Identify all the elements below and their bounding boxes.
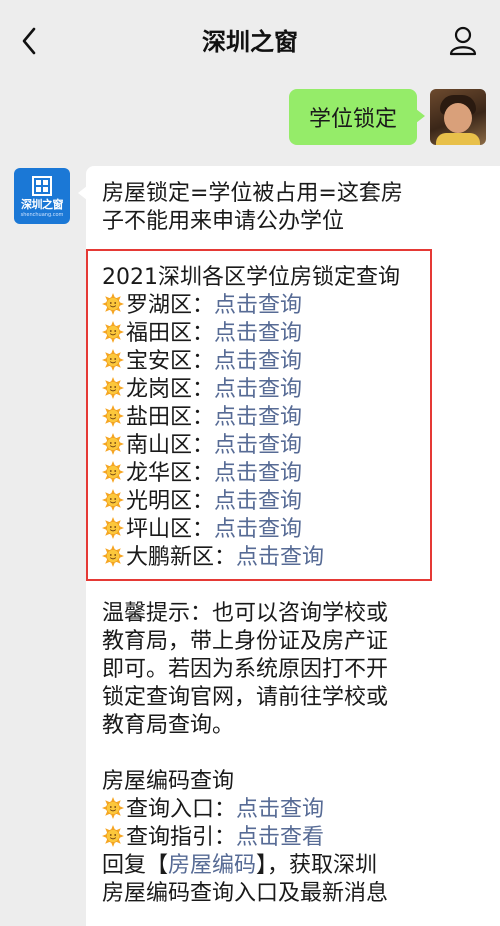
outgoing-message-text: 学位锁定 — [308, 107, 397, 132]
district-row: 盐田区：点击查询 — [102, 404, 302, 432]
district-row: 龙岗区：点击查询 — [102, 376, 302, 404]
district-query-link[interactable]: 点击查询 — [214, 321, 302, 346]
district-query-link[interactable]: 点击查询 — [214, 433, 302, 458]
outgoing-message-bubble[interactable]: 学位锁定 — [289, 89, 425, 145]
sun-emoji-icon — [102, 321, 124, 343]
intro-line: 房屋锁定=学位被占用=这套房 — [102, 181, 403, 206]
district-query-link[interactable]: 点击查询 — [214, 489, 302, 514]
incoming-message-bubble: 房屋锁定=学位被占用=这套房 子不能用来申请公办学位 2021深圳各区学位房锁定… — [78, 166, 500, 926]
page-title: 深圳之窗 — [202, 28, 298, 56]
district-query-link[interactable]: 点击查询 — [214, 293, 302, 318]
district-name: 龙华区： — [126, 461, 215, 486]
district-name: 罗湖区： — [126, 293, 215, 318]
intro-line: 子不能用来申请公办学位 — [102, 209, 345, 234]
tip-line: 温馨提示：也可以咨询学校或 — [102, 601, 389, 626]
sun-emoji-icon — [102, 489, 124, 511]
district-row: 龙华区：点击查询 — [102, 460, 302, 488]
district-query-link[interactable]: 点击查询 — [214, 461, 302, 486]
district-query-link[interactable]: 点击查询 — [214, 349, 302, 374]
district-row: 宝安区：点击查询 — [102, 348, 302, 376]
district-name: 南山区： — [126, 433, 215, 458]
reply-instruction-line2: 房屋编码查询入口及最新消息 — [102, 881, 389, 906]
sun-emoji-icon — [102, 433, 124, 455]
district-name: 光明区： — [126, 489, 215, 514]
district-row: 罗湖区：点击查询 — [102, 292, 302, 320]
sun-emoji-icon — [102, 797, 124, 819]
house-code-guide-row: 查询指引：点击查看 — [102, 824, 324, 852]
avatar-logo-subtext: shenchuang.com — [20, 212, 64, 218]
reply-keyword-link[interactable]: 房屋编码 — [168, 853, 256, 878]
sun-emoji-icon — [102, 377, 124, 399]
sun-emoji-icon — [102, 405, 124, 427]
sun-emoji-icon — [102, 461, 124, 483]
district-query-link[interactable]: 点击查询 — [214, 405, 302, 430]
reply-instruction: 回复【房屋编码】，获取深圳 — [102, 853, 378, 878]
house-code-entry-label: 查询入口： — [126, 797, 237, 822]
district-name: 福田区： — [126, 321, 215, 346]
tip-line: 即可。若因为系统原因打不开 — [102, 657, 389, 682]
query-title: 2021深圳各区学位房锁定查询 — [102, 265, 400, 290]
house-code-entry-link[interactable]: 点击查询 — [236, 797, 324, 822]
district-name: 大鹏新区： — [126, 545, 237, 570]
sun-emoji-icon — [102, 545, 124, 567]
profile-button[interactable] — [448, 24, 478, 58]
sun-emoji-icon — [102, 293, 124, 315]
house-code-title: 房屋编码查询 — [102, 769, 235, 794]
window-logo-icon — [32, 176, 52, 196]
district-name: 宝安区： — [126, 349, 215, 374]
district-name: 龙岗区： — [126, 377, 215, 402]
tip-line: 教育局，带上身份证及房产证 — [102, 629, 389, 654]
tip-line: 锁定查询官网，请前往学校或 — [102, 685, 389, 710]
sun-emoji-icon — [102, 825, 124, 847]
person-icon — [449, 26, 477, 56]
district-row: 光明区：点击查询 — [102, 488, 302, 516]
district-query-link[interactable]: 点击查询 — [214, 517, 302, 542]
district-query-link[interactable]: 点击查询 — [236, 545, 324, 570]
tip-line: 教育局查询。 — [102, 713, 235, 738]
house-code-entry-row: 查询入口：点击查询 — [102, 796, 324, 824]
district-name: 坪山区： — [126, 517, 215, 542]
house-code-guide-label: 查询指引： — [126, 825, 237, 850]
district-row: 南山区：点击查询 — [102, 432, 302, 460]
avatar-logo-text: 深圳之窗 — [21, 198, 64, 211]
district-name: 盐田区： — [126, 405, 215, 430]
district-query-link[interactable]: 点击查询 — [214, 377, 302, 402]
sun-emoji-icon — [102, 349, 124, 371]
house-code-guide-link[interactable]: 点击查看 — [236, 825, 324, 850]
district-row: 福田区：点击查询 — [102, 320, 302, 348]
top-bar: 深圳之窗 — [0, 0, 500, 78]
sun-emoji-icon — [102, 517, 124, 539]
district-row: 坪山区：点击查询 — [102, 516, 302, 544]
official-account-avatar[interactable]: 深圳之窗 shenchuang.com — [14, 168, 70, 224]
district-row: 大鹏新区：点击查询 — [102, 544, 324, 572]
user-avatar[interactable] — [430, 89, 486, 145]
